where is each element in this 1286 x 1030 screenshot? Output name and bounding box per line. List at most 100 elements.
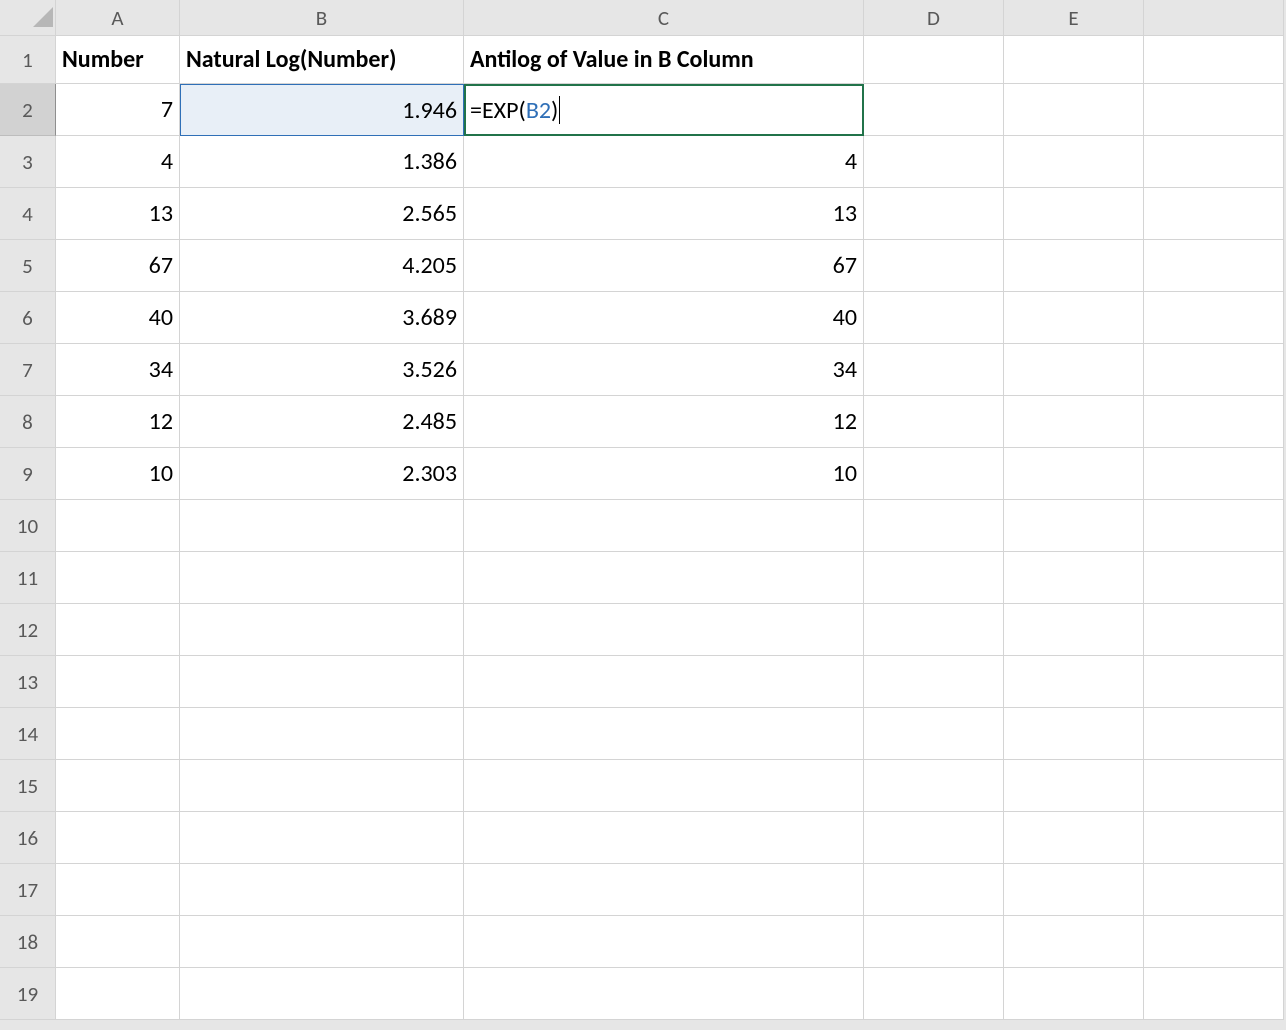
cell-A19[interactable] — [56, 968, 180, 1020]
cell-B4[interactable]: 2.565 — [180, 188, 464, 240]
cell-A8[interactable]: 12 — [56, 396, 180, 448]
cell-D9[interactable] — [864, 448, 1004, 500]
cell-E4[interactable] — [1004, 188, 1144, 240]
row-header-3[interactable]: 3 — [0, 136, 56, 188]
cell-D1[interactable] — [864, 36, 1004, 84]
cell-D17[interactable] — [864, 864, 1004, 916]
cell-A18[interactable] — [56, 916, 180, 968]
cell-E9[interactable] — [1004, 448, 1144, 500]
cell-C18[interactable] — [464, 916, 864, 968]
row-header-15[interactable]: 15 — [0, 760, 56, 812]
cell-C7[interactable]: 34 — [464, 344, 864, 396]
cell-B11[interactable] — [180, 552, 464, 604]
cell-A13[interactable] — [56, 656, 180, 708]
cell-E11[interactable] — [1004, 552, 1144, 604]
cell-A3[interactable]: 4 — [56, 136, 180, 188]
cell-C10[interactable] — [464, 500, 864, 552]
cell-F14[interactable] — [1144, 708, 1284, 760]
cell-A2[interactable]: 7 — [56, 84, 180, 136]
row-header-4[interactable]: 4 — [0, 188, 56, 240]
row-header-6[interactable]: 6 — [0, 292, 56, 344]
cell-B9[interactable]: 2.303 — [180, 448, 464, 500]
cell-C17[interactable] — [464, 864, 864, 916]
cell-F12[interactable] — [1144, 604, 1284, 656]
cell-C2-editing[interactable]: =EXP(B2) — [464, 84, 864, 136]
cell-F18[interactable] — [1144, 916, 1284, 968]
cell-E14[interactable] — [1004, 708, 1144, 760]
cell-E12[interactable] — [1004, 604, 1144, 656]
row-header-2[interactable]: 2 — [0, 84, 56, 136]
spreadsheet-grid[interactable]: A B C D E 1 Number Natural Log(Number) A… — [0, 0, 1286, 1020]
row-header-8[interactable]: 8 — [0, 396, 56, 448]
cell-B18[interactable] — [180, 916, 464, 968]
cell-D7[interactable] — [864, 344, 1004, 396]
column-header-C[interactable]: C — [464, 0, 864, 36]
cell-B6[interactable]: 3.689 — [180, 292, 464, 344]
cell-F3[interactable] — [1144, 136, 1284, 188]
cell-C19[interactable] — [464, 968, 864, 1020]
cell-D5[interactable] — [864, 240, 1004, 292]
cell-A12[interactable] — [56, 604, 180, 656]
cell-C16[interactable] — [464, 812, 864, 864]
cell-B14[interactable] — [180, 708, 464, 760]
cell-A6[interactable]: 40 — [56, 292, 180, 344]
cell-A15[interactable] — [56, 760, 180, 812]
cell-B16[interactable] — [180, 812, 464, 864]
row-header-5[interactable]: 5 — [0, 240, 56, 292]
cell-D8[interactable] — [864, 396, 1004, 448]
select-all-corner[interactable] — [0, 0, 56, 36]
cell-E8[interactable] — [1004, 396, 1144, 448]
cell-D15[interactable] — [864, 760, 1004, 812]
row-header-1[interactable]: 1 — [0, 36, 56, 84]
cell-C14[interactable] — [464, 708, 864, 760]
cell-E6[interactable] — [1004, 292, 1144, 344]
cell-D11[interactable] — [864, 552, 1004, 604]
cell-A11[interactable] — [56, 552, 180, 604]
column-header-A[interactable]: A — [56, 0, 180, 36]
column-header-B[interactable]: B — [180, 0, 464, 36]
cell-F17[interactable] — [1144, 864, 1284, 916]
cell-C3[interactable]: 4 — [464, 136, 864, 188]
cell-E10[interactable] — [1004, 500, 1144, 552]
row-header-17[interactable]: 17 — [0, 864, 56, 916]
cell-E19[interactable] — [1004, 968, 1144, 1020]
cell-D18[interactable] — [864, 916, 1004, 968]
row-header-11[interactable]: 11 — [0, 552, 56, 604]
cell-F2[interactable] — [1144, 84, 1284, 136]
cell-A17[interactable] — [56, 864, 180, 916]
cell-C1[interactable]: Antilog of Value in B Column — [464, 36, 864, 84]
cell-C4[interactable]: 13 — [464, 188, 864, 240]
cell-A14[interactable] — [56, 708, 180, 760]
cell-E7[interactable] — [1004, 344, 1144, 396]
cell-B2[interactable]: 1.946 — [180, 84, 464, 136]
cell-F9[interactable] — [1144, 448, 1284, 500]
cell-C12[interactable] — [464, 604, 864, 656]
cell-B17[interactable] — [180, 864, 464, 916]
cell-F15[interactable] — [1144, 760, 1284, 812]
cell-B1[interactable]: Natural Log(Number) — [180, 36, 464, 84]
cell-B7[interactable]: 3.526 — [180, 344, 464, 396]
cell-B13[interactable] — [180, 656, 464, 708]
cell-F16[interactable] — [1144, 812, 1284, 864]
cell-F13[interactable] — [1144, 656, 1284, 708]
cell-A1[interactable]: Number — [56, 36, 180, 84]
row-header-16[interactable]: 16 — [0, 812, 56, 864]
cell-E17[interactable] — [1004, 864, 1144, 916]
cell-F19[interactable] — [1144, 968, 1284, 1020]
cell-F4[interactable] — [1144, 188, 1284, 240]
column-header-D[interactable]: D — [864, 0, 1004, 36]
cell-F1[interactable] — [1144, 36, 1284, 84]
cell-B19[interactable] — [180, 968, 464, 1020]
cell-A16[interactable] — [56, 812, 180, 864]
cell-A9[interactable]: 10 — [56, 448, 180, 500]
row-header-12[interactable]: 12 — [0, 604, 56, 656]
row-header-19[interactable]: 19 — [0, 968, 56, 1020]
cell-F10[interactable] — [1144, 500, 1284, 552]
cell-A5[interactable]: 67 — [56, 240, 180, 292]
cell-A4[interactable]: 13 — [56, 188, 180, 240]
cell-D4[interactable] — [864, 188, 1004, 240]
cell-D16[interactable] — [864, 812, 1004, 864]
cell-E16[interactable] — [1004, 812, 1144, 864]
row-header-9[interactable]: 9 — [0, 448, 56, 500]
column-header-E[interactable]: E — [1004, 0, 1144, 36]
